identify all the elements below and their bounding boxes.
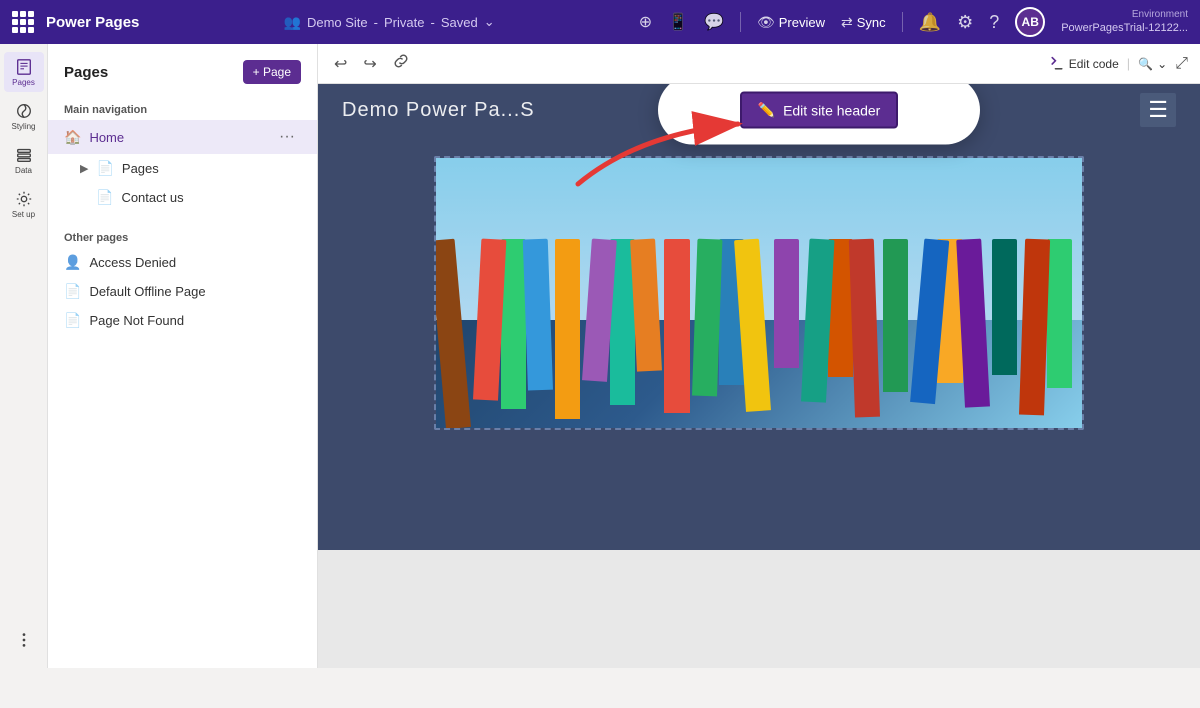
app-logo: Power Pages [46,14,139,31]
data-label: Data [15,166,32,175]
site-info: 👥 Demo Site - Private - Saved ⌄ [284,14,495,31]
styling-label: Styling [11,122,35,131]
editor-toolbar: ↩ ↪ Edit code | 🔍 ⌄ ⤢ [318,44,1200,84]
bell-icon[interactable]: 🔔 [919,12,941,33]
sidebar-title: Pages [64,64,108,81]
nav-item-home[interactable]: 🏠 Home ··· [48,120,317,154]
settings-icon[interactable]: ⚙ [957,12,973,33]
toolbar-right: Edit code | 🔍 ⌄ ⤢ [1049,55,1188,73]
not-found-icon: 📄 [64,312,81,329]
sidebar: Pages + Page Main navigation 🏠 Home ··· … [48,44,318,668]
sidebar-item-pages[interactable]: Pages [4,52,44,92]
pages-nav-icon: 📄 [96,160,113,177]
link-button[interactable] [389,49,413,78]
sidebar-item-styling[interactable]: Styling [4,96,44,136]
sync-btn[interactable]: ⇄ Sync [841,14,886,31]
redo-button[interactable]: ↪ [359,50,380,78]
top-bar-right: ⊕ 📱 💬 👁 Preview ⇄ Sync 🔔 ⚙ ? AB Environm… [639,7,1188,37]
home-icon: 🏠 [64,129,81,146]
content-wrapper [318,136,1200,450]
nav-item-access-denied[interactable]: 👤 Access Denied [48,248,317,277]
nav-item-contact[interactable]: 📄 Contact us [48,183,317,212]
avatar[interactable]: AB [1015,7,1045,37]
main-layout: Pages Styling Data Set up Pages + Page M… [0,44,1200,668]
offline-icon: 📄 [64,283,81,300]
pages-label: Pages [12,78,35,87]
edit-site-header-button[interactable]: ✏️ Edit site header [740,92,899,129]
undo-button[interactable]: ↩ [330,50,351,78]
site-header[interactable]: Demo Power Pa...S ☰ ✏️ Edit site header [318,84,1200,136]
other-pages-section: Other pages [48,224,317,248]
edit-header-tooltip: ✏️ Edit site header [658,84,980,145]
hero-image-container[interactable] [434,156,1084,430]
nav-item-not-found[interactable]: 📄 Page Not Found [48,306,317,335]
home-more-btn[interactable]: ··· [273,126,301,148]
sidebar-item-setup[interactable]: Set up [4,184,44,224]
add-page-button[interactable]: + Page [243,60,301,84]
more-options-btn[interactable] [4,620,44,660]
hero-image [436,158,1082,428]
preview-btn[interactable]: 👁 Preview [757,14,825,31]
share-icon[interactable]: ⊕ [639,12,652,32]
hamburger-menu[interactable]: ☰ [1140,93,1176,127]
edit-pencil-icon: ✏️ [758,102,775,119]
icon-bar: Pages Styling Data Set up [0,44,48,668]
sidebar-item-data[interactable]: Data [4,140,44,180]
zoom-control[interactable]: 🔍 ⌄ [1138,57,1167,71]
pages-chevron-icon: ▶ [80,162,88,175]
site-content [318,136,1200,550]
expand-button[interactable]: ⤢ [1175,55,1188,73]
top-bar-left: Power Pages [12,11,139,33]
help-icon[interactable]: ? [989,12,999,33]
site-title: Demo Power Pa...S [342,99,535,122]
top-bar: Power Pages 👥 Demo Site - Private - Save… [0,0,1200,44]
contact-icon: 📄 [96,189,113,206]
nav-item-pages[interactable]: ▶ 📄 Pages [48,154,317,183]
access-denied-icon: 👤 [64,254,81,271]
grid-icon[interactable] [12,11,34,33]
toolbar-left: ↩ ↪ [330,49,413,78]
edit-code-button[interactable]: Edit code [1049,56,1119,72]
tablet-icon[interactable]: 📱 [668,12,688,32]
content-footer [318,450,1200,550]
nav-item-offline[interactable]: 📄 Default Offline Page [48,277,317,306]
content-area: ↩ ↪ Edit code | 🔍 ⌄ ⤢ [318,44,1200,668]
sidebar-header: Pages + Page [48,56,317,96]
setup-label: Set up [12,210,35,219]
chat-icon[interactable]: 💬 [704,12,724,32]
site-preview: Demo Power Pa...S ☰ ✏️ Edit site header [318,84,1200,668]
env-info: Environment PowerPagesTrial-12122... [1061,8,1188,35]
main-nav-section: Main navigation [48,96,317,120]
